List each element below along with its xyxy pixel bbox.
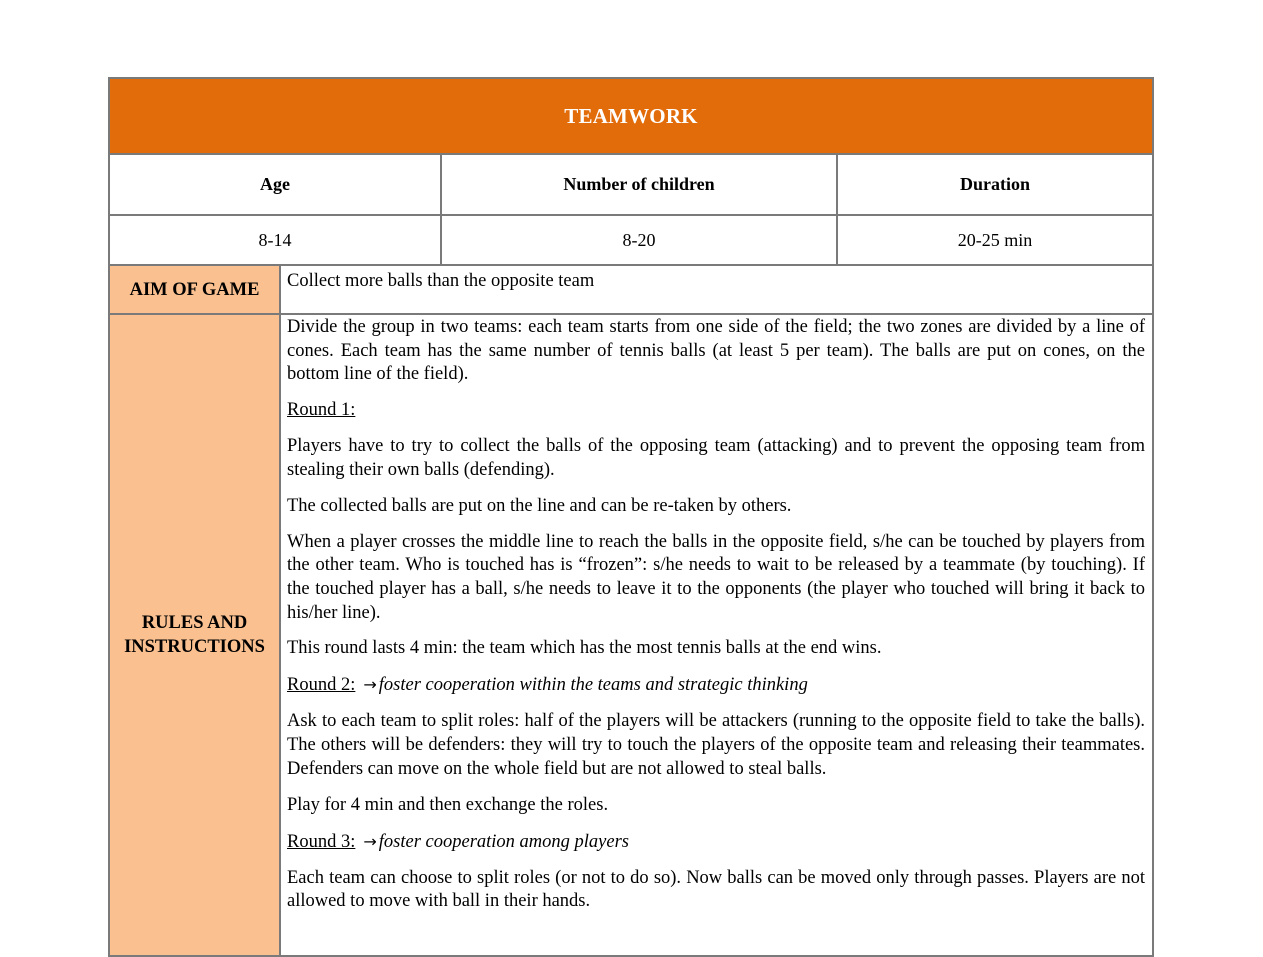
activity-card: TEAMWORK Age Number of children Duration…: [108, 77, 1154, 957]
round3-heading: Round 3: → foster cooperation among player…: [287, 830, 1145, 855]
round3-paragraph: Each team can choose to split roles (or …: [287, 867, 1145, 912]
header-number-of-children: Number of children: [440, 153, 838, 216]
round3-heading-text: Round 3:: [287, 831, 356, 852]
value-number-of-children: 8-20: [440, 214, 838, 266]
aim-text: Collect more balls than the opposite tea…: [279, 264, 1154, 315]
card-title: TEAMWORK: [108, 77, 1154, 155]
rules-row: RULES AND INSTRUCTIONS Divide the group …: [108, 313, 1154, 957]
rules-label-line1: RULES AND: [141, 613, 248, 633]
info-header-row: Age Number of children Duration: [108, 153, 1154, 216]
arrow-right-icon: →: [363, 831, 377, 851]
aim-row: AIM OF GAME Collect more balls than the …: [108, 264, 1154, 315]
header-age: Age: [108, 153, 442, 216]
round2-goal: foster cooperation within the teams and …: [378, 675, 808, 696]
info-value-row: 8-14 8-20 20-25 min: [108, 214, 1154, 266]
round3-goal: foster cooperation among players: [378, 831, 630, 852]
rules-label: RULES AND INSTRUCTIONS: [108, 313, 281, 957]
round1-paragraph: When a player crosses the middle line to…: [287, 531, 1145, 623]
arrow-right-icon: →: [363, 675, 377, 695]
round1-heading: Round 1:: [287, 399, 1145, 423]
title-row: TEAMWORK: [108, 77, 1154, 155]
round1-paragraph: Players have to try to collect the balls…: [287, 436, 1145, 480]
rules-label-line2: INSTRUCTIONS: [124, 637, 265, 657]
round1-heading-text: Round 1:: [287, 400, 356, 421]
header-duration: Duration: [836, 153, 1154, 216]
rules-text: Divide the group in two teams: each team…: [279, 313, 1154, 957]
round2-paragraph: Play for 4 min and then exchange the rol…: [287, 794, 609, 815]
round1-paragraph: The collected balls are put on the line …: [287, 495, 792, 516]
round2-heading-text: Round 2:: [287, 675, 356, 696]
activity-table: TEAMWORK Age Number of children Duration…: [108, 77, 1154, 957]
aim-label: AIM OF GAME: [108, 264, 281, 315]
round2-paragraph: Ask to each team to split roles: half of…: [287, 711, 1145, 779]
rules-intro: Divide the group in two teams: each team…: [287, 317, 1145, 385]
round1-paragraph: This round lasts 4 min: the team which h…: [287, 638, 882, 659]
value-age: 8-14: [108, 214, 442, 266]
round2-heading: Round 2: → foster cooperation within the t…: [287, 673, 1145, 698]
value-duration: 20-25 min: [836, 214, 1154, 266]
